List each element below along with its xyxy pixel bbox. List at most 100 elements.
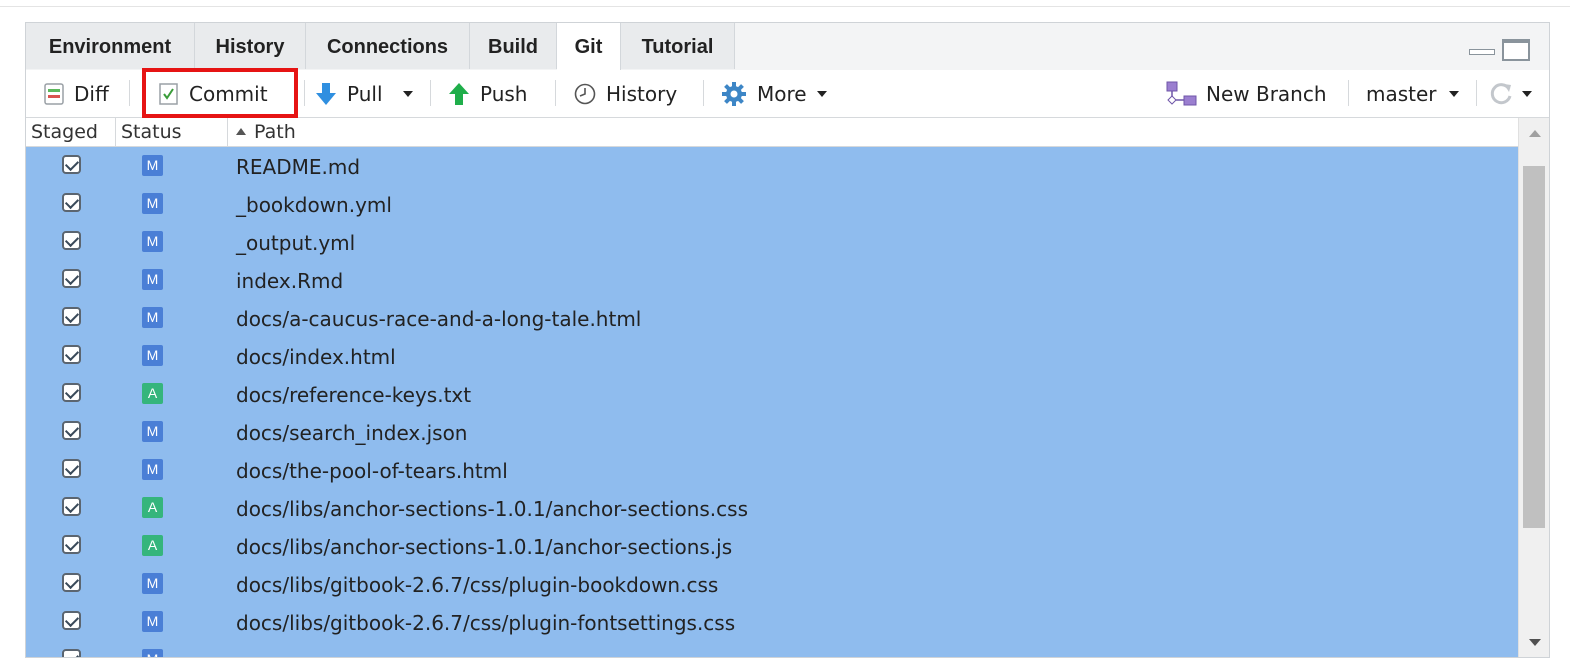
- file-path: docs/libs/gitbook-2.6.7/css/plugin-bookd…: [236, 573, 719, 597]
- table-row[interactable]: M: [26, 641, 1518, 657]
- table-row[interactable]: Mindex.Rmd: [26, 261, 1518, 299]
- staged-checkbox[interactable]: [62, 345, 81, 364]
- refresh-button[interactable]: [1488, 70, 1532, 117]
- file-path: docs/libs/anchor-sections-1.0.1/anchor-s…: [236, 535, 733, 559]
- table-row[interactable]: Adocs/libs/anchor-sections-1.0.1/anchor-…: [26, 489, 1518, 527]
- git-toolbar: Diff Commit Pull Push History More New B…: [26, 70, 1549, 118]
- table-row[interactable]: Mdocs/the-pool-of-tears.html: [26, 451, 1518, 489]
- scroll-up-arrow-icon[interactable]: [1529, 130, 1541, 137]
- file-path: docs/reference-keys.txt: [236, 383, 472, 407]
- commit-button[interactable]: Commit: [159, 70, 268, 117]
- file-path: _bookdown.yml: [236, 193, 392, 217]
- toolbar-separator: [430, 80, 431, 106]
- scroll-thumb[interactable]: [1523, 166, 1545, 528]
- file-path: docs/a-caucus-race-and-a-long-tale.html: [236, 307, 642, 331]
- tab-git[interactable]: Git: [557, 23, 621, 70]
- status-badge: A: [142, 497, 163, 518]
- staged-checkbox[interactable]: [62, 383, 81, 402]
- more-label: More: [757, 81, 807, 106]
- tab-environment[interactable]: Environment: [26, 23, 195, 69]
- toolbar-separator: [129, 80, 130, 106]
- toolbar-separator: [1476, 80, 1477, 106]
- vertical-scrollbar[interactable]: [1518, 118, 1549, 657]
- refresh-icon: [1490, 82, 1512, 104]
- file-path: index.Rmd: [236, 269, 344, 293]
- status-badge: M: [142, 421, 163, 442]
- staged-checkbox[interactable]: [62, 649, 81, 657]
- table-row[interactable]: M README.md: [26, 147, 1518, 185]
- file-path: docs/libs/gitbook-2.6.7/css/plugin-fonts…: [236, 611, 736, 635]
- sort-ascending-icon: [236, 128, 246, 135]
- commit-check-icon: [159, 82, 178, 105]
- table-row[interactable]: Adocs/reference-keys.txt: [26, 375, 1518, 413]
- status-badge: M: [142, 307, 163, 328]
- status-badge: M: [142, 573, 163, 594]
- table-row[interactable]: Mdocs/a-caucus-race-and-a-long-tale.html: [26, 299, 1518, 337]
- toolbar-separator: [304, 80, 305, 106]
- more-chevron-down-icon: [816, 90, 827, 97]
- column-header-staged[interactable]: Staged: [26, 118, 116, 146]
- staged-checkbox[interactable]: [62, 307, 81, 326]
- toolbar-separator: [703, 80, 704, 106]
- pull-dropdown-chevron-down-icon[interactable]: [402, 90, 413, 97]
- pull-button[interactable]: Pull: [315, 70, 413, 117]
- more-button[interactable]: More: [721, 70, 827, 117]
- table-row[interactable]: M _output.yml: [26, 223, 1518, 261]
- table-row[interactable]: Adocs/libs/anchor-sections-1.0.1/anchor-…: [26, 527, 1518, 565]
- branch-select[interactable]: master: [1366, 70, 1459, 117]
- file-path: README.md: [236, 155, 361, 179]
- branch-name: master: [1366, 81, 1437, 106]
- history-label: History: [606, 81, 678, 106]
- tab-build[interactable]: Build: [470, 23, 557, 69]
- status-badge: M: [142, 345, 163, 366]
- new-branch-button[interactable]: New Branch: [1166, 70, 1327, 117]
- table-row[interactable]: Mdocs/libs/gitbook-2.6.7/css/plugin-font…: [26, 603, 1518, 641]
- tab-connections[interactable]: Connections: [306, 23, 470, 69]
- file-path: docs/index.html: [236, 345, 396, 369]
- file-path: docs/libs/anchor-sections-1.0.1/anchor-s…: [236, 497, 748, 521]
- history-button[interactable]: History: [574, 70, 677, 117]
- maximize-pane-icon[interactable]: [1502, 39, 1530, 61]
- table-row[interactable]: Mdocs/libs/gitbook-2.6.7/css/plugin-book…: [26, 565, 1518, 603]
- status-badge: A: [142, 383, 163, 404]
- column-header-path-label: Path: [254, 121, 296, 143]
- tab-tutorial[interactable]: Tutorial: [621, 23, 735, 69]
- column-header-status[interactable]: Status: [116, 118, 228, 146]
- staged-checkbox[interactable]: [62, 459, 81, 478]
- staged-checkbox[interactable]: [62, 193, 81, 212]
- minimize-pane-icon[interactable]: [1469, 43, 1495, 55]
- git-pane: Environment History Connections Build Gi…: [25, 22, 1550, 658]
- pull-label: Pull: [347, 81, 383, 106]
- status-badge: M: [142, 459, 163, 480]
- staged-checkbox[interactable]: [62, 421, 81, 440]
- scroll-down-arrow-icon[interactable]: [1529, 639, 1541, 646]
- new-branch-label: New Branch: [1206, 81, 1327, 106]
- gear-icon: [722, 81, 746, 106]
- staged-checkbox[interactable]: [62, 535, 81, 554]
- pull-arrow-down-icon: [316, 82, 336, 105]
- status-badge: M: [142, 155, 163, 176]
- branch-chevron-down-icon: [1448, 90, 1459, 97]
- staged-checkbox[interactable]: [62, 497, 81, 516]
- staged-checkbox[interactable]: [62, 231, 81, 250]
- table-row[interactable]: M _bookdown.yml: [26, 185, 1518, 223]
- column-header-path[interactable]: Path: [228, 118, 1518, 146]
- staged-checkbox[interactable]: [62, 573, 81, 592]
- staged-checkbox[interactable]: [62, 611, 81, 630]
- diff-button[interactable]: Diff: [44, 70, 109, 117]
- tab-history[interactable]: History: [195, 23, 306, 69]
- tab-bar: Environment History Connections Build Gi…: [26, 23, 1549, 71]
- staged-checkbox[interactable]: [62, 155, 81, 174]
- push-button[interactable]: Push: [448, 70, 527, 117]
- status-badge: M: [142, 193, 163, 214]
- commit-label: Commit: [189, 81, 268, 106]
- diff-label: Diff: [74, 81, 109, 106]
- file-table-header: Staged Status Path: [26, 118, 1549, 147]
- diff-icon: [44, 82, 64, 105]
- table-row[interactable]: Mdocs/index.html: [26, 337, 1518, 375]
- staged-checkbox[interactable]: [62, 269, 81, 288]
- table-row[interactable]: Mdocs/search_index.json: [26, 413, 1518, 451]
- top-divider: [0, 6, 1570, 7]
- status-badge: M: [142, 611, 163, 632]
- file-path: docs/search_index.json: [236, 421, 468, 445]
